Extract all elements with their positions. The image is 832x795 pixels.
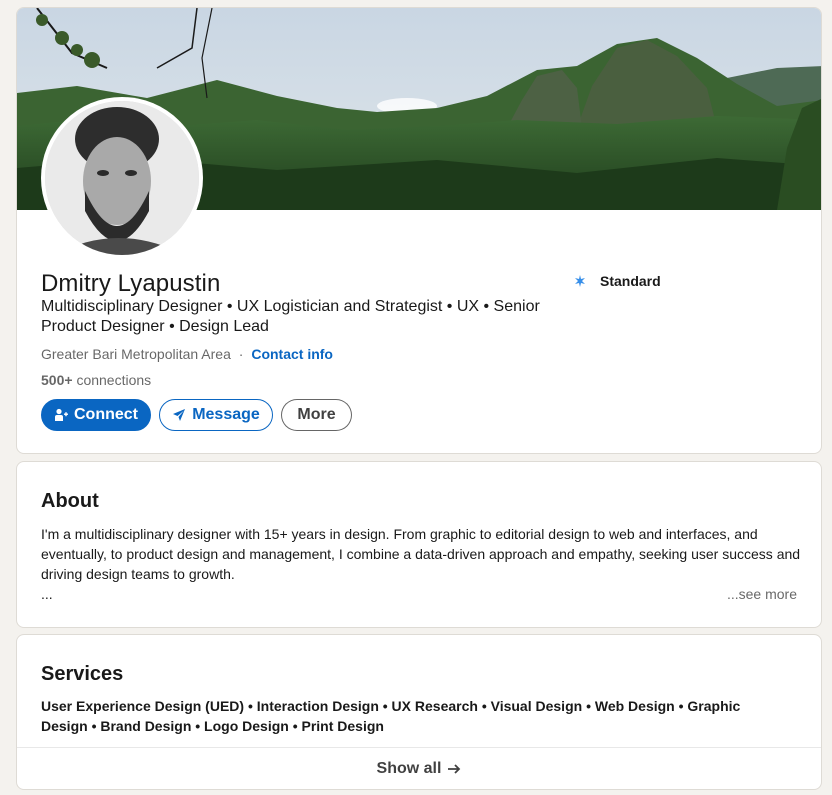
more-button[interactable]: More bbox=[281, 399, 352, 431]
standard-badge: Standard bbox=[574, 273, 661, 289]
profile-actions: Connect Message More bbox=[41, 399, 352, 431]
see-more-link[interactable]: ...see more bbox=[727, 584, 797, 604]
message-button-label: Message bbox=[192, 406, 260, 423]
connections-number: 500+ bbox=[41, 372, 73, 388]
send-icon bbox=[172, 408, 186, 422]
message-button[interactable]: Message bbox=[159, 399, 273, 431]
profile-photo bbox=[45, 101, 199, 255]
arrow-right-icon bbox=[448, 763, 461, 774]
profile-location: Greater Bari Metropolitan Area bbox=[41, 346, 231, 362]
services-title: Services bbox=[41, 663, 124, 685]
connections-count[interactable]: 500+ connections bbox=[41, 371, 151, 389]
add-person-icon bbox=[54, 408, 68, 422]
profile-name: Dmitry Lyapustin bbox=[41, 270, 221, 297]
about-text: I'm a multidisciplinary designer with 15… bbox=[41, 526, 801, 582]
connect-button-label: Connect bbox=[74, 406, 138, 423]
services-card: Services User Experience Design (UED) • … bbox=[16, 634, 822, 790]
show-all-label: Show all bbox=[376, 759, 442, 777]
meta-separator: · bbox=[238, 346, 244, 362]
show-all-services-button[interactable]: Show all bbox=[17, 747, 821, 789]
connections-label: connections bbox=[76, 372, 152, 388]
profile-headline: Multidisciplinary Designer • UX Logistic… bbox=[41, 298, 540, 335]
about-ellipsis: ... bbox=[41, 586, 53, 602]
about-card: About I'm a multidisciplinary designer w… bbox=[16, 461, 822, 628]
connect-button[interactable]: Connect bbox=[41, 399, 151, 431]
sparkle-icon bbox=[575, 275, 585, 287]
about-title: About bbox=[41, 490, 99, 512]
contact-info-link[interactable]: Contact info bbox=[251, 346, 333, 362]
location-row: Greater Bari Metropolitan Area · Contact… bbox=[41, 345, 333, 363]
more-button-label: More bbox=[297, 406, 336, 423]
profile-card: Dmitry Lyapustin Multidisciplinary Desig… bbox=[16, 7, 822, 454]
standard-badge-label: Standard bbox=[600, 273, 661, 289]
profile-avatar[interactable] bbox=[41, 97, 203, 259]
services-list: User Experience Design (UED) • Interacti… bbox=[41, 698, 741, 734]
